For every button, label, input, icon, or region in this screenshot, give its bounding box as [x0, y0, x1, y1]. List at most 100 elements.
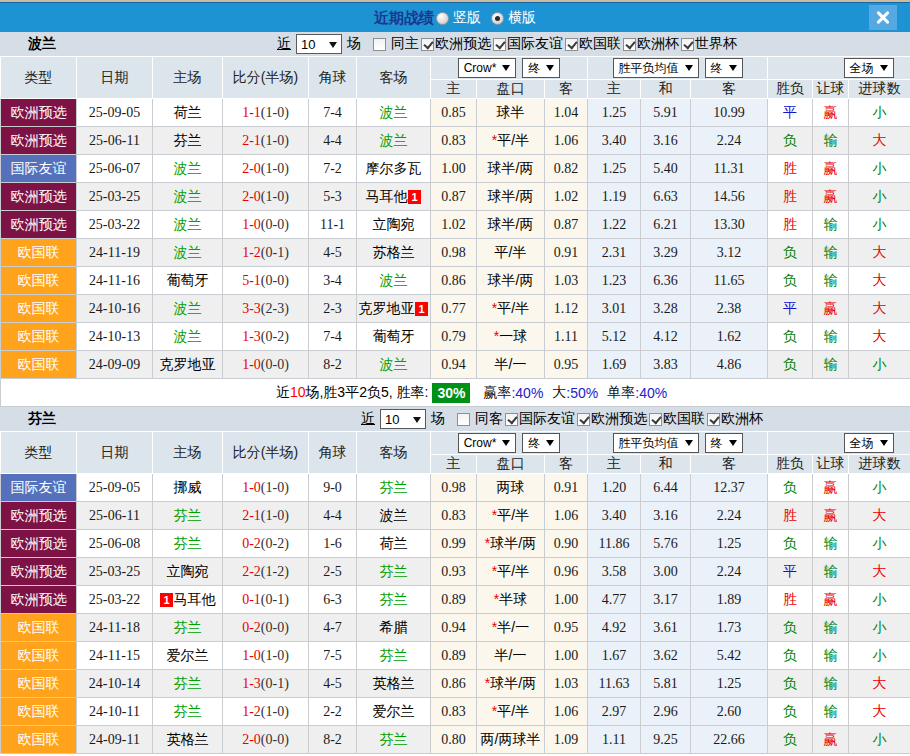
away-mean-cell: 11.31	[691, 155, 768, 183]
sub-column-header: 和	[641, 455, 691, 474]
means-state-dropdown[interactable]: 终	[705, 433, 743, 453]
date-cell: 24-10-11	[77, 698, 153, 726]
fulltime-score: 1-0	[242, 480, 261, 495]
home-mean-cell: 3.40	[588, 127, 641, 155]
recent-link[interactable]: 近	[361, 410, 375, 428]
team-name-text: 葡萄牙	[167, 272, 209, 288]
away-mean-cell: 1.62	[691, 323, 768, 351]
handicap-line-cell: 球半/两	[477, 155, 545, 183]
team-name-text: 芬兰	[174, 507, 202, 523]
halftime-score: (0-0)	[261, 217, 289, 232]
checkbox-unchecked-icon[interactable]	[373, 38, 386, 51]
close-button[interactable]	[869, 5, 897, 30]
vertical-layout-label[interactable]: 竖版	[453, 9, 481, 27]
team-name-text: 波兰	[380, 356, 408, 372]
away-odds-cell: 1.00	[545, 586, 588, 614]
section-header: 波兰近10场同主欧洲预选国际友谊欧国联欧洲杯世界杯	[0, 32, 910, 56]
match-row: 欧洲预选25-03-22波兰1-0(0-0)11-1立陶宛1.02球半/两0.8…	[1, 211, 910, 239]
filter-checkbox-item[interactable]: 同主	[373, 35, 419, 53]
corners-cell: 2-5	[309, 558, 357, 586]
corners-cell: 4-7	[309, 614, 357, 642]
checkbox-checked-icon[interactable]	[649, 413, 662, 426]
checkbox-unchecked-icon[interactable]	[457, 413, 470, 426]
filter-checkbox-item[interactable]: 国际友谊	[493, 35, 563, 53]
scope-dropdown[interactable]: 全场	[844, 433, 894, 453]
away-team-cell: 英格兰	[357, 670, 431, 698]
checkbox-checked-icon[interactable]	[421, 38, 434, 51]
home-mean-cell: 3.58	[588, 558, 641, 586]
type-cell: 欧国联	[1, 351, 77, 379]
handicap-line-cell: *平/半	[477, 502, 545, 530]
checkbox-checked-icon[interactable]	[565, 38, 578, 51]
match-row: 欧国联24-10-11芬兰1-2(1-0)2-2爱尔兰0.83*平/半1.062…	[1, 698, 910, 726]
company-dropdown-label: Crow*	[464, 61, 497, 75]
summary-stat-label: 单率	[607, 384, 635, 402]
home-team-cell: 爱尔兰	[153, 642, 223, 670]
home-mean-cell: 1.69	[588, 351, 641, 379]
home-odds-cell: 0.85	[431, 99, 477, 127]
team-section: 波兰近10场同主欧洲预选国际友谊欧国联欧洲杯世界杯类型日期主场比分(半场)角球客…	[0, 32, 910, 407]
home-team-cell: 英格兰	[153, 726, 223, 754]
checkbox-checked-icon[interactable]	[505, 413, 518, 426]
date-cell: 25-03-22	[77, 586, 153, 614]
away-team-cell: 芬兰	[357, 474, 431, 502]
horizontal-layout-label[interactable]: 横版	[508, 9, 536, 27]
date-cell: 24-09-11	[77, 726, 153, 754]
means-state-dropdown[interactable]: 终	[705, 58, 743, 78]
checkbox-checked-icon[interactable]	[707, 413, 720, 426]
sub-column-header: 主	[431, 80, 477, 99]
vertical-layout-radio[interactable]	[436, 12, 449, 25]
filter-checkbox-item[interactable]: 世界杯	[681, 35, 737, 53]
means-state-dropdown-arrow-icon	[729, 440, 737, 450]
checkbox-checked-icon[interactable]	[577, 413, 590, 426]
odds-state-dropdown[interactable]: 终	[522, 433, 560, 453]
filter-checkbox-item[interactable]: 欧国联	[649, 410, 705, 428]
scope-dropdown-label: 全场	[850, 60, 874, 77]
filter-checkbox-item[interactable]: 欧国联	[565, 35, 621, 53]
handicap-text: 平/半	[495, 244, 527, 260]
fulltime-score: 2-0	[242, 161, 261, 176]
away-team-cell: 荷兰	[357, 530, 431, 558]
section-header: 芬兰近10场同客国际友谊欧洲预选欧国联欧洲杯	[0, 407, 910, 431]
checkbox-checked-icon[interactable]	[493, 38, 506, 51]
company-dropdown[interactable]: Crow*	[458, 433, 517, 453]
away-mean-cell: 2.24	[691, 127, 768, 155]
odds-state-dropdown-label: 终	[528, 60, 540, 77]
date-cell: 25-03-25	[77, 183, 153, 211]
filter-checkbox-item[interactable]: 同客	[457, 410, 503, 428]
away-team-cell: 葡萄牙	[357, 323, 431, 351]
checkbox-label: 国际友谊	[519, 410, 575, 428]
means-dropdown[interactable]: 胜平负均值	[613, 58, 699, 78]
away-odds-cell: 0.91	[545, 239, 588, 267]
scope-dropdown[interactable]: 全场	[844, 58, 894, 78]
away-mean-cell: 11.65	[691, 267, 768, 295]
match-count-select[interactable]: 10	[296, 34, 342, 54]
handicap-result-cell: 赢	[813, 474, 849, 502]
means-dropdown[interactable]: 胜平负均值	[613, 433, 699, 453]
filter-checkbox-item[interactable]: 欧洲预选	[577, 410, 647, 428]
team-name-text: 芬兰	[174, 132, 202, 148]
company-dropdown[interactable]: Crow*	[458, 58, 517, 78]
checkbox-checked-icon[interactable]	[681, 38, 694, 51]
match-count-select[interactable]: 10	[380, 409, 426, 429]
filter-checkbox-item[interactable]: 欧洲预选	[421, 35, 491, 53]
filter-checkbox-item[interactable]: 国际友谊	[505, 410, 575, 428]
score-cell: 0-2(0-0)	[223, 614, 309, 642]
horizontal-layout-radio[interactable]	[491, 12, 504, 25]
away-odds-cell: 1.03	[545, 267, 588, 295]
draw-mean-cell: 3.83	[641, 351, 691, 379]
score-cell: 1-2(1-0)	[223, 698, 309, 726]
away-odds-cell: 1.06	[545, 127, 588, 155]
date-cell: 24-11-19	[77, 239, 153, 267]
away-mean-cell: 3.12	[691, 239, 768, 267]
odds-state-dropdown[interactable]: 终	[522, 58, 560, 78]
corners-cell: 4-5	[309, 239, 357, 267]
type-cell: 欧国联	[1, 323, 77, 351]
filter-checkbox-item[interactable]: 欧洲杯	[707, 410, 763, 428]
filter-checkbox-item[interactable]: 欧洲杯	[623, 35, 679, 53]
handicap-text: 半球	[499, 591, 527, 607]
win-rate-badge: 30%	[432, 383, 470, 403]
checkbox-label: 欧洲预选	[435, 35, 491, 53]
recent-link[interactable]: 近	[277, 35, 291, 53]
checkbox-checked-icon[interactable]	[623, 38, 636, 51]
